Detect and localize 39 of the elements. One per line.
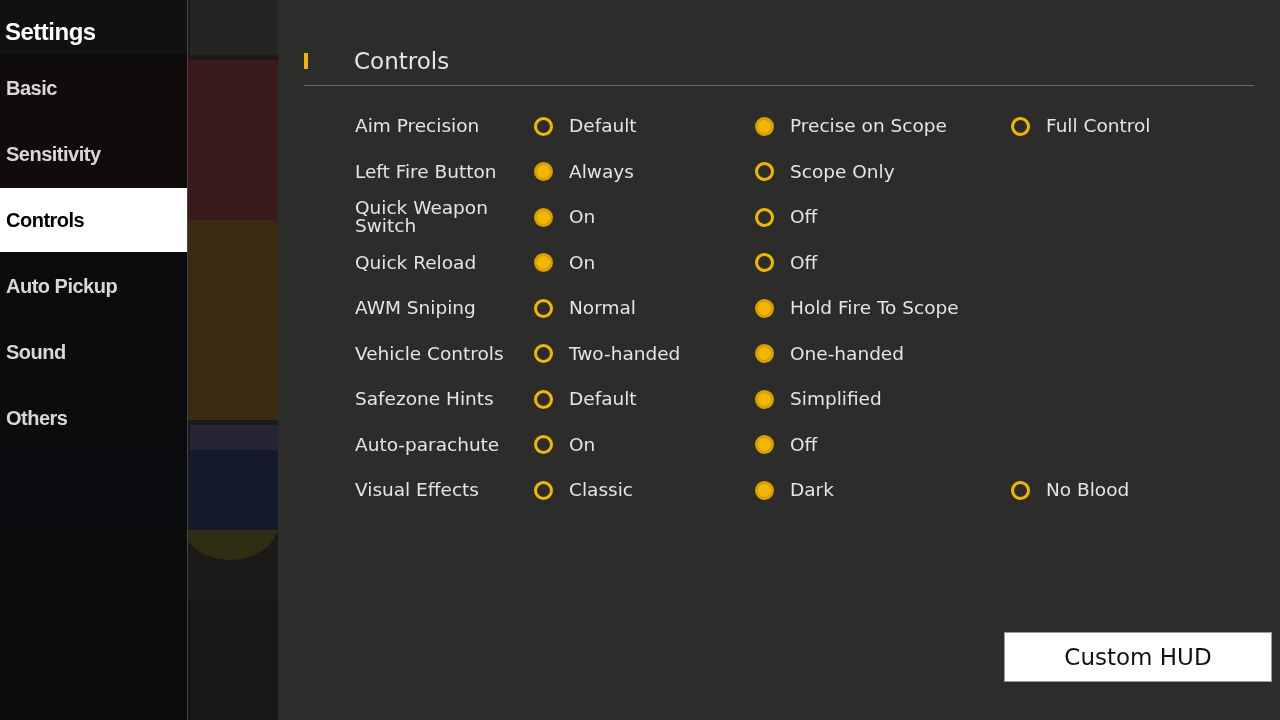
sidebar-tab[interactable]: Sensitivity	[0, 122, 187, 186]
radio-option[interactable]: On	[533, 240, 754, 286]
radio-option[interactable]: Normal	[533, 285, 754, 331]
settings-title: Settings	[0, 0, 187, 54]
setting-label: Vehicle Controls	[355, 344, 504, 363]
radio-option[interactable]: On	[533, 422, 754, 468]
radio-option[interactable]: Scope Only	[754, 149, 1010, 195]
radio-option[interactable]: Full Control	[1010, 103, 1240, 149]
radio-option[interactable]: Default	[533, 103, 754, 149]
setting-label: Left Fire Button	[355, 162, 497, 181]
radio-option[interactable]: Off	[754, 422, 1010, 468]
radio-option[interactable]: Always	[533, 149, 754, 195]
sidebar-tab[interactable]: Auto Pickup	[0, 254, 187, 318]
sidebar-tab[interactable]: Controls	[0, 188, 187, 252]
radio-option[interactable]: Off	[754, 240, 1010, 286]
radio-option[interactable]: Precise on Scope	[754, 103, 1010, 149]
setting-label: Aim Precision	[355, 117, 480, 136]
radio-option[interactable]: On	[533, 194, 754, 240]
radio-option[interactable]: Default	[533, 376, 754, 422]
setting-label: Auto-parachute	[355, 435, 500, 454]
setting-label: AWM Sniping	[355, 299, 476, 318]
sidebar-tab[interactable]: Basic	[0, 56, 187, 120]
radio-option[interactable]: Off	[754, 194, 1010, 240]
sidebar-tab[interactable]: Others	[0, 386, 187, 450]
section-title: Controls	[354, 47, 450, 76]
custom-hud-button[interactable]: Custom HUD	[1004, 632, 1272, 682]
radio-option[interactable]: Dark	[754, 467, 1010, 513]
setting-label: Quick Reload	[355, 253, 477, 272]
radio-option[interactable]: Simplified	[754, 376, 1010, 422]
radio-option[interactable]: One-handed	[754, 331, 1010, 377]
setting-label: Safezone Hints	[355, 390, 494, 409]
sidebar-tab[interactable]: Sound	[0, 320, 187, 384]
setting-label: Quick Weapon Switch	[355, 198, 489, 236]
setting-label: Visual Effects	[355, 481, 479, 500]
radio-option[interactable]: Two-handed	[533, 331, 754, 377]
section-marker	[304, 53, 308, 70]
radio-option[interactable]: Classic	[533, 467, 754, 513]
radio-option[interactable]: Hold Fire To Scope	[754, 285, 1010, 331]
radio-option[interactable]: No Blood	[1010, 467, 1240, 513]
